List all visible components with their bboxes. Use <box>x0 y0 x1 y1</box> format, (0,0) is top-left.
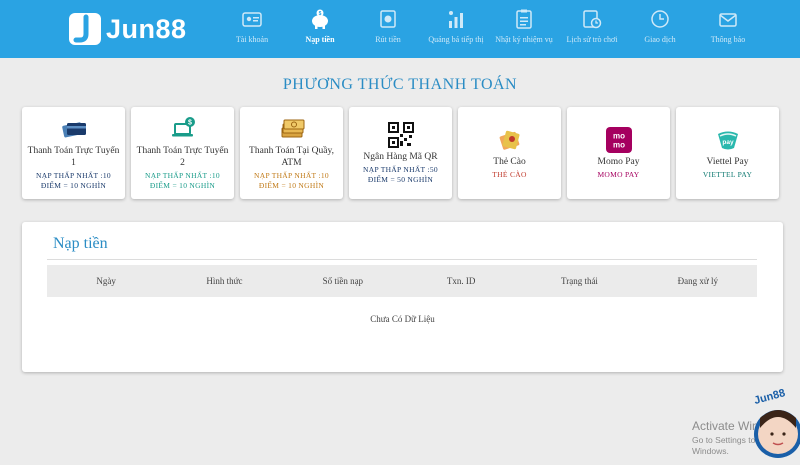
jun88-logo-icon <box>69 13 101 45</box>
method-name: Thanh Toán Trực Tuyến 1 <box>27 145 120 168</box>
history-icon <box>583 10 602 29</box>
nav-game-history[interactable]: Lịch sử trò chơi <box>558 8 626 44</box>
scratch-card-icon <box>499 130 519 150</box>
svg-text:mo: mo <box>613 131 625 140</box>
nav-transactions[interactable]: Giao dịch <box>626 8 694 44</box>
laptop-dollar-icon: $ <box>171 116 195 137</box>
id-card-icon <box>242 12 262 27</box>
column-header-date[interactable]: Ngày <box>47 276 165 286</box>
payment-methods: Thanh Toán Trực Tuyến 1 NẠP THẤP NHẤT :1… <box>22 107 779 199</box>
method-name: Thẻ Cào <box>493 156 526 167</box>
svg-text:$: $ <box>319 11 322 17</box>
svg-text:$: $ <box>188 119 192 126</box>
method-min-deposit: NẠP THẤP NHẤT :10 <box>36 171 111 181</box>
method-min-deposit: NẠP THẤP NHẤT :10 <box>145 171 220 181</box>
mascot-label: Jun88 <box>753 388 787 407</box>
column-header-method[interactable]: Hình thức <box>165 276 283 286</box>
nav-withdraw[interactable]: Rút tiền <box>354 8 422 44</box>
piggy-bank-icon: $ <box>312 9 328 29</box>
clipboard-icon <box>516 9 532 29</box>
nav-label: Rút tiền <box>375 35 401 44</box>
method-card-scratch[interactable]: Thẻ Cào THẺ CÀO <box>458 107 561 199</box>
brand-logo[interactable]: Jun88 <box>66 10 187 48</box>
main-nav: Tài khoản $ Nạp tiền Rút tiền Quảng bá t… <box>218 8 762 44</box>
method-label: VIETTEL PAY <box>702 170 753 180</box>
method-min-deposit: NẠP THẤP NHẤT :10 <box>254 171 329 181</box>
column-header-amount[interactable]: Số tiền nạp <box>284 276 402 286</box>
svg-text:pay: pay <box>722 139 734 146</box>
envelope-icon <box>719 13 737 27</box>
method-name: Momo Pay <box>597 156 640 167</box>
nav-notifications[interactable]: Thông báo <box>694 8 762 44</box>
method-name: Thanh Toán Tại Quầy, ATM <box>249 145 334 168</box>
support-mascot[interactable]: Jun88 <box>750 388 800 465</box>
nav-deposit[interactable]: $ Nạp tiền <box>286 8 354 44</box>
method-card-viettel[interactable]: pay Viettel Pay VIETTEL PAY <box>676 107 779 199</box>
nav-label: Giao dịch <box>644 35 676 44</box>
nav-label: Quảng bá tiếp thị <box>428 35 484 44</box>
empty-state: Chưa Có Dữ Liệu <box>370 314 435 324</box>
method-rate: ĐIỂM = 10 NGHÌN <box>40 181 107 191</box>
method-name: Viettel Pay <box>706 156 749 167</box>
credit-card-icon <box>61 121 86 137</box>
momo-icon: momo <box>605 126 632 153</box>
method-min-deposit: NẠP THẤP NHẤT :50 <box>363 165 438 175</box>
viettel-pay-icon: pay <box>717 131 738 150</box>
method-card-momo[interactable]: mo mo Momo Pay MOMO PAY <box>567 107 670 199</box>
method-card-online-1[interactable]: Thanh Toán Trực Tuyến 1 NẠP THẤP NHẤT :1… <box>22 107 125 199</box>
method-rate: ĐIỂM = 10 NGHÌN <box>258 181 325 191</box>
method-name: Thanh Toán Trực Tuyến 2 <box>136 145 229 168</box>
top-header: Jun88 Tài khoản $ Nạp tiền Rút tiền Quản… <box>0 0 800 58</box>
cash-stack-icon <box>281 119 304 138</box>
method-name: Ngân Hàng Mã QR <box>363 151 438 162</box>
divider <box>47 259 757 260</box>
column-header-status[interactable]: Trạng thái <box>520 276 638 286</box>
method-card-atm[interactable]: Thanh Toán Tại Quầy, ATM NẠP THẤP NHẤT :… <box>240 107 343 199</box>
nav-label: Lịch sử trò chơi <box>566 35 618 44</box>
deposit-table-header: Ngày Hình thức Số tiền nạp Txn. ID Trạng… <box>47 265 757 297</box>
deposit-title: Nạp tiền <box>53 235 108 252</box>
nav-label: Tài khoản <box>235 35 269 44</box>
nav-label: Nhật ký nhiệm vụ <box>495 35 553 44</box>
nav-account[interactable]: Tài khoản <box>218 8 286 44</box>
clock-icon <box>651 10 669 28</box>
nav-task-log[interactable]: Nhật ký nhiệm vụ <box>490 8 558 44</box>
nav-label: Thông báo <box>710 35 746 44</box>
svg-text:mo: mo <box>613 140 625 149</box>
method-label: THẺ CÀO <box>492 170 527 180</box>
page-title: PHƯƠNG THỨC THANH TOÁN <box>282 76 518 93</box>
method-card-online-2[interactable]: $ Thanh Toán Trực Tuyến 2 NẠP THẤP NHẤT … <box>131 107 234 199</box>
column-header-txn-id[interactable]: Txn. ID <box>402 276 520 286</box>
brand-name: Jun88 <box>106 13 187 44</box>
deposit-panel: Nạp tiền Ngày Hình thức Số tiền nạp Txn.… <box>22 222 783 372</box>
method-card-qr[interactable]: Ngân Hàng Mã QR NẠP THẤP NHẤT :50 ĐIỂM =… <box>349 107 452 199</box>
qr-code-icon <box>387 121 414 148</box>
withdraw-icon <box>380 10 396 28</box>
column-header-processing[interactable]: Đang xử lý <box>639 276 757 286</box>
nav-label: Nạp tiền <box>305 35 335 44</box>
promotion-icon <box>449 11 463 28</box>
method-rate: ĐIỂM = 10 NGHÌN <box>149 181 216 191</box>
nav-promotion[interactable]: Quảng bá tiếp thị <box>422 8 490 44</box>
method-label: MOMO PAY <box>597 170 640 180</box>
method-rate: ĐIỂM = 50 NGHÌN <box>367 175 434 185</box>
